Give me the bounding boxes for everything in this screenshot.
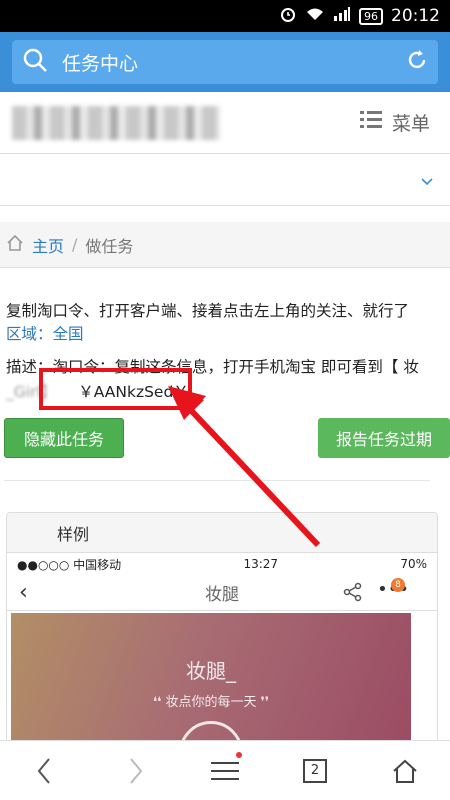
refresh-icon[interactable]: [406, 49, 428, 75]
home-icon: [393, 759, 417, 783]
phone-status-bar: ●●○○○ 中国移动 13:27 70%: [7, 553, 437, 575]
wifi-icon: [305, 6, 325, 26]
search-label: 任务中心: [62, 52, 139, 75]
phone-carrier: ●●○○○ 中国移动: [17, 557, 122, 572]
banner-slogan: ❛❛ 妆点你的每一天 ❜❜: [152, 695, 270, 710]
notification-badge: 8: [391, 578, 405, 592]
breadcrumb: 主页 / 做任务: [0, 222, 450, 268]
menu-label: 菜单: [391, 113, 430, 135]
phone-battery: 70%: [400, 557, 427, 571]
breadcrumb-separator: /: [72, 235, 78, 254]
list-icon: [359, 110, 382, 135]
breadcrumb-current: 做任务: [85, 236, 134, 256]
phone-nav-title: 妆腿: [205, 585, 239, 605]
hamburger-icon: [211, 761, 239, 780]
search-bar[interactable]: 任务中心: [12, 40, 438, 84]
alarm-icon: [279, 5, 297, 27]
phone-time: 13:27: [243, 557, 279, 571]
example-panel: 样例 ●●○○○ 中国移动 13:27 70% ‹ 妆腿 ••• 8 妆腿_ ❛…: [6, 512, 438, 748]
battery-indicator: 96: [359, 7, 383, 25]
home-icon[interactable]: [6, 234, 24, 256]
home-nav-button[interactable]: [380, 746, 430, 796]
report-expired-button[interactable]: 报告任务过期: [318, 418, 450, 458]
search-icon: [22, 47, 48, 77]
highlight-box: [39, 368, 192, 410]
forward-button[interactable]: [110, 746, 160, 796]
chevron-left-icon: [37, 757, 50, 784]
example-header: 样例: [7, 513, 437, 553]
chevron-right-icon: [130, 757, 143, 784]
notification-dot: [236, 751, 242, 758]
signal-icon: [333, 6, 351, 26]
tab-count: 2: [303, 758, 327, 783]
menu-button[interactable]: 菜单: [359, 109, 438, 136]
phone-nav-bar: ‹ 妆腿 ••• 8: [7, 575, 437, 611]
task-region: 区域：全国: [6, 325, 84, 343]
site-header: 菜单: [0, 92, 450, 154]
site-logo[interactable]: [12, 105, 220, 140]
task-instruction: 复制淘口令、打开客户端、接着点击左上角的关注、就行了: [6, 302, 410, 320]
hide-task-button[interactable]: 隐藏此任务: [4, 418, 124, 458]
app-header: 任务中心: [0, 32, 450, 92]
tabs-button[interactable]: 2: [290, 746, 340, 796]
menu-nav-button[interactable]: [200, 746, 250, 796]
divider: [4, 480, 430, 481]
breadcrumb-home[interactable]: 主页: [32, 233, 64, 257]
dropdown-row[interactable]: [0, 154, 450, 206]
status-bar: 96 20:12: [0, 0, 450, 32]
banner-name: 妆腿_: [186, 659, 236, 683]
back-button[interactable]: [20, 746, 70, 796]
spacer: [0, 206, 450, 222]
clock: 20:12: [391, 6, 440, 26]
share-icon: [343, 582, 363, 607]
profile-banner: 妆腿_ ❛❛ 妆点你的每一天 ❜❜: [11, 613, 411, 747]
bottom-navigation: 2: [0, 740, 450, 800]
chevron-down-icon[interactable]: [420, 172, 434, 191]
